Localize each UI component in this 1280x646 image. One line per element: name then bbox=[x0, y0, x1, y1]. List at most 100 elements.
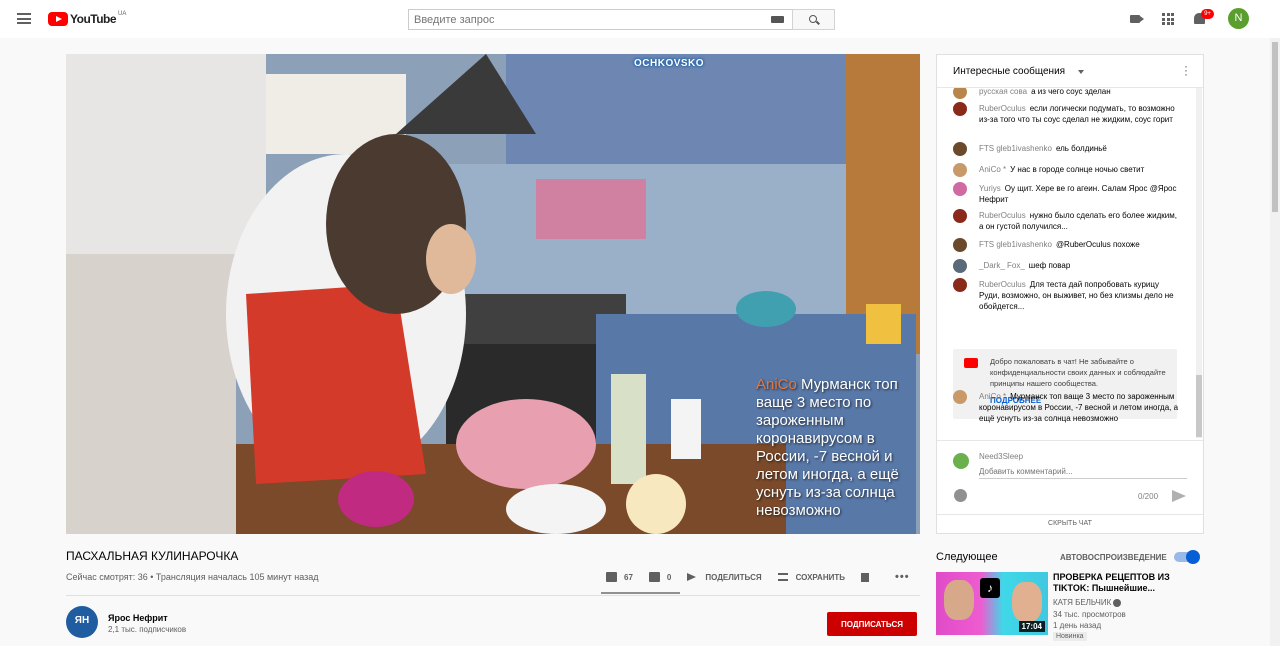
overlay-chat-message: AniCo Мурманск топ ваще 3 место по зарож… bbox=[756, 376, 916, 520]
thumbnail-face bbox=[1012, 582, 1042, 622]
logo-text: YouTube bbox=[70, 12, 117, 26]
overlay-channel-name: OCHKOVSKO bbox=[634, 58, 705, 69]
message-author[interactable]: RuberOculus bbox=[979, 104, 1026, 113]
thumbs-down-icon bbox=[648, 572, 660, 582]
youtube-play-icon bbox=[48, 12, 68, 26]
create-video-icon[interactable] bbox=[1130, 15, 1144, 23]
rec-duration: 17:04 bbox=[1018, 621, 1045, 632]
report-button[interactable] bbox=[861, 572, 869, 582]
message-text: Мурманск топ ваще 3 место по зароженным … bbox=[979, 392, 1179, 423]
message-text: @RuberOculus похоже bbox=[1055, 240, 1140, 249]
share-icon bbox=[687, 573, 697, 581]
chat-input[interactable] bbox=[979, 465, 1187, 479]
like-count: 67 bbox=[624, 572, 633, 582]
user-avatar[interactable] bbox=[953, 142, 967, 156]
chat-header: Интересные сообщения · · · bbox=[937, 55, 1203, 88]
message-text: Оу щит. Хере ве го агеин. Салам Ярос @Яр… bbox=[979, 184, 1177, 204]
page-scrollbar[interactable] bbox=[1270, 38, 1280, 646]
user-avatar[interactable] bbox=[953, 102, 967, 116]
search-icon bbox=[809, 15, 817, 23]
send-icon[interactable] bbox=[1172, 490, 1186, 502]
overlay-text: Мурманск топ ваще 3 место по зароженным … bbox=[756, 376, 899, 519]
verified-icon bbox=[1113, 598, 1122, 607]
message-author[interactable]: RuberOculus bbox=[979, 280, 1026, 289]
message-author[interactable]: русская сова bbox=[979, 88, 1027, 96]
youtube-logo[interactable]: YouTube UA bbox=[48, 11, 127, 26]
message-author[interactable]: AniCo * bbox=[979, 392, 1006, 401]
channel-name[interactable]: Ярос Нефрит bbox=[108, 613, 168, 623]
user-avatar[interactable] bbox=[953, 209, 967, 223]
message-author[interactable]: RuberOculus bbox=[979, 211, 1026, 220]
chat-scrollbar[interactable] bbox=[1196, 88, 1202, 438]
char-counter: 0/200 bbox=[1138, 492, 1159, 501]
rec-views: 34 тыс. просмотров bbox=[1053, 610, 1126, 619]
message-author[interactable]: _Dark_ Fox_ bbox=[979, 261, 1025, 270]
menu-icon[interactable] bbox=[17, 13, 31, 24]
like-ratio-bar bbox=[601, 592, 680, 594]
rec-thumbnail[interactable]: ♪ 17:04 bbox=[936, 572, 1048, 635]
more-actions-icon[interactable]: ••• bbox=[895, 571, 910, 583]
video-title: ПАСХАЛЬНАЯ КУЛИНАРОЧКА bbox=[66, 549, 239, 563]
toggle-knob bbox=[1186, 550, 1200, 564]
user-avatar[interactable] bbox=[953, 163, 967, 177]
like-button[interactable]: 67 bbox=[606, 572, 633, 582]
save-button[interactable]: СОХРАНИТЬ bbox=[777, 572, 845, 582]
rec-title[interactable]: ПРОВЕРКА РЕЦЕПТОВ ИЗ TIKTOK: Пышнейшие..… bbox=[1053, 572, 1193, 594]
save-label: СОХРАНИТЬ bbox=[795, 572, 845, 582]
rec-channel[interactable]: КАТЯ БЕЛЬЧИК bbox=[1053, 598, 1122, 607]
user-avatar[interactable] bbox=[953, 238, 967, 252]
message-author[interactable]: AniCo * bbox=[979, 165, 1006, 174]
message-text: шеф повар bbox=[1028, 261, 1071, 270]
rec-age: 1 день назад bbox=[1053, 621, 1102, 630]
notifications-badge: 9+ bbox=[1201, 9, 1214, 19]
apps-icon[interactable] bbox=[1162, 13, 1174, 25]
message-text: ель болдиньё bbox=[1055, 144, 1107, 153]
welcome-text: Добро пожаловать в чат! Не забывайте о к… bbox=[990, 357, 1166, 388]
message-author[interactable]: Yuriys bbox=[979, 184, 1001, 193]
message-text: а из чего соус зделан bbox=[1031, 88, 1111, 96]
live-chat: Интересные сообщения · · · русская сова а и… bbox=[936, 54, 1204, 534]
account-avatar[interactable]: N bbox=[1228, 8, 1249, 29]
user-avatar[interactable] bbox=[953, 278, 967, 292]
autoplay-toggle[interactable] bbox=[1174, 550, 1200, 564]
top-bar: YouTube UA 9+ N bbox=[0, 0, 1280, 38]
tiktok-icon: ♪ bbox=[980, 578, 1000, 598]
search-button[interactable] bbox=[792, 9, 835, 30]
video-meta: Сейчас смотрят: 36 • Трансляция началась… bbox=[66, 572, 319, 582]
keyboard-icon[interactable] bbox=[771, 16, 784, 23]
dislike-button[interactable]: 0 bbox=[648, 572, 672, 582]
chat-mode-dropdown[interactable]: Интересные сообщения bbox=[953, 66, 1065, 77]
video-actions: 67 0 ПОДЕЛИТЬСЯ СОХРАНИТЬ ••• bbox=[606, 571, 910, 583]
search-input[interactable] bbox=[409, 10, 749, 30]
subscribe-button[interactable]: ПОДПИСАТЬСЯ bbox=[827, 612, 917, 636]
user-avatar[interactable] bbox=[953, 182, 967, 196]
new-badge: Новинка bbox=[1053, 632, 1087, 641]
chevron-down-icon[interactable] bbox=[1078, 70, 1084, 74]
message-text: У нас в городе солнце ночью светит bbox=[1010, 165, 1145, 174]
hide-chat-button[interactable]: СКРЫТЬ ЧАТ bbox=[937, 514, 1203, 534]
page-scrollbar-thumb[interactable] bbox=[1272, 42, 1278, 212]
message-author[interactable]: FTS gleb1ivashenko bbox=[979, 240, 1052, 249]
share-label: ПОДЕЛИТЬСЯ bbox=[705, 572, 762, 582]
message-author[interactable]: FTS gleb1ivashenko bbox=[979, 144, 1052, 153]
emoji-icon[interactable] bbox=[954, 489, 967, 502]
channel-avatar[interactable] bbox=[66, 606, 98, 638]
user-avatar[interactable] bbox=[953, 88, 967, 99]
thumbs-up-icon bbox=[606, 572, 617, 582]
autoplay-label: АВТОВОСПРОИЗВЕДЕНИЕ bbox=[1060, 553, 1167, 562]
chat-input-area: Need3Sleep 0/200 СКРЫТЬ ЧАТ bbox=[937, 440, 1203, 534]
dislike-count: 0 bbox=[666, 572, 672, 582]
up-next-label: Следующее bbox=[936, 551, 998, 563]
current-user-name: Need3Sleep bbox=[979, 452, 1024, 461]
logo-region: UA bbox=[118, 11, 127, 17]
more-vert-icon[interactable]: · · · bbox=[1184, 60, 1188, 80]
user-avatar[interactable] bbox=[953, 390, 967, 404]
video-player[interactable]: OCHKOVSKO AniCo Мурманск топ ваще 3 мест… bbox=[66, 54, 920, 534]
user-avatar[interactable] bbox=[953, 259, 967, 273]
share-button[interactable]: ПОДЕЛИТЬСЯ bbox=[687, 572, 762, 582]
chat-scrollbar-thumb[interactable] bbox=[1196, 375, 1202, 437]
chat-messages: русская сова а из чего соус зделан RuberO… bbox=[937, 88, 1195, 438]
flag-icon bbox=[861, 572, 869, 582]
youtube-icon bbox=[964, 358, 978, 368]
thumbnail-face bbox=[944, 580, 974, 620]
